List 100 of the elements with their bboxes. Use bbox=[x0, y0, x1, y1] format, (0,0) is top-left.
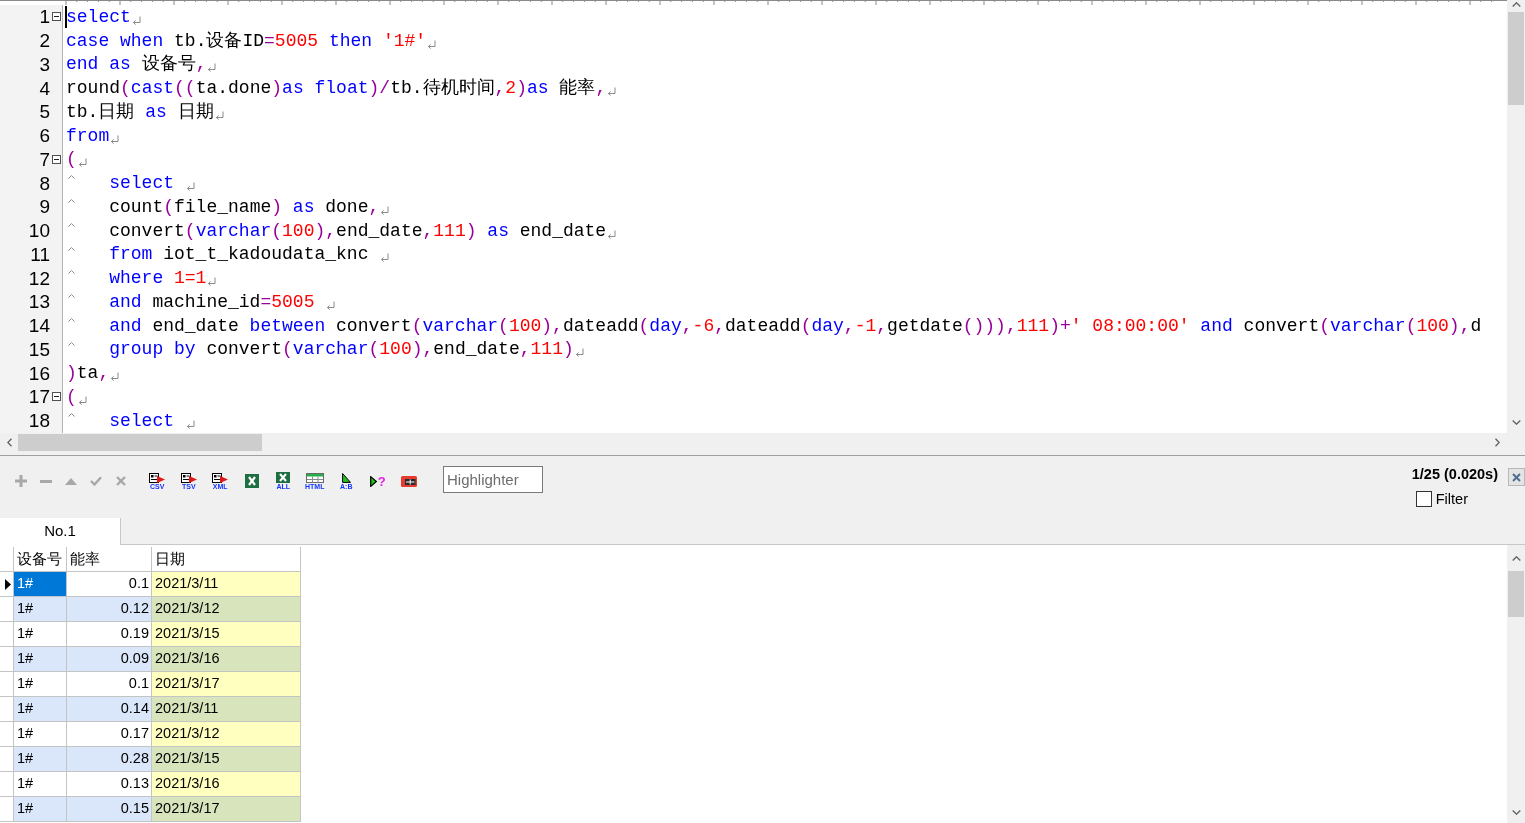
line-number: 12 bbox=[28, 267, 50, 289]
fold-toggle-icon[interactable] bbox=[51, 154, 61, 164]
close-icon bbox=[1512, 472, 1521, 482]
code-line: from bbox=[66, 124, 110, 147]
line-number: 17 bbox=[28, 386, 50, 408]
table-cell: 2021/3/17 bbox=[152, 797, 301, 822]
line-number: 3 bbox=[39, 53, 50, 75]
table-cell: 2021/3/11 bbox=[152, 572, 301, 597]
table-cell: 1# bbox=[14, 597, 67, 622]
line-number: 10 bbox=[28, 220, 50, 242]
code-line: case when tb.设备ID=5005 then '1#' bbox=[66, 29, 427, 52]
triangle-up-icon bbox=[64, 477, 77, 485]
column-header[interactable]: 能率 bbox=[67, 547, 152, 572]
code-line: select bbox=[66, 5, 131, 28]
table-cell: 1# bbox=[14, 672, 67, 697]
window-icon bbox=[401, 475, 418, 487]
table-cell: 0.19 bbox=[67, 622, 152, 647]
line-number: 16 bbox=[28, 362, 50, 384]
line-number: 8 bbox=[39, 172, 50, 194]
line-number: 14 bbox=[28, 315, 50, 337]
line-number: 13 bbox=[28, 291, 50, 313]
code-line: )ta, bbox=[66, 362, 110, 385]
filter-checkbox[interactable] bbox=[1415, 491, 1432, 507]
vertical-scrollbar[interactable] bbox=[1507, 545, 1525, 823]
spreadsheet-icon bbox=[276, 472, 291, 483]
vertical-scrollbar[interactable] bbox=[1507, 0, 1525, 433]
code-line: select bbox=[109, 172, 175, 195]
table-cell: 0.1 bbox=[67, 572, 152, 597]
code-line: count(file_name) as done, bbox=[109, 195, 380, 218]
minus-icon bbox=[39, 479, 52, 483]
table-cell: 0.09 bbox=[67, 647, 152, 672]
code-line: where 1=1 bbox=[109, 267, 207, 290]
scrollbar-thumb[interactable] bbox=[1508, 12, 1524, 105]
row-header[interactable] bbox=[0, 572, 14, 597]
code-line: group by convert(varchar(100),end_date,111) bbox=[109, 338, 574, 361]
horizontal-scrollbar[interactable] bbox=[0, 433, 1525, 452]
code-line: ( bbox=[66, 148, 77, 171]
code-line: from iot_t_kadoudata_knc bbox=[109, 243, 370, 266]
table-cell: 2021/3/16 bbox=[152, 647, 301, 672]
line-number: 6 bbox=[39, 125, 50, 147]
document-icon bbox=[180, 472, 197, 483]
scrollbar-thumb[interactable] bbox=[18, 434, 262, 451]
code-line: tb.日期 as 日期 bbox=[66, 100, 214, 123]
table-cell: 1# bbox=[14, 572, 67, 597]
line-number: 4 bbox=[39, 77, 50, 99]
result-tab[interactable]: No.1 bbox=[0, 518, 121, 545]
filter-label: Filter bbox=[1435, 490, 1468, 508]
chevron-up-icon[interactable] bbox=[1511, 555, 1521, 561]
document-icon bbox=[212, 472, 229, 483]
table-cell: 0.12 bbox=[67, 597, 152, 622]
code-line: ( bbox=[66, 385, 77, 408]
table-cell: 1# bbox=[14, 747, 67, 772]
scrollbar-thumb[interactable] bbox=[1508, 571, 1524, 617]
table-cell: 2021/3/12 bbox=[152, 597, 301, 622]
table-cell: 1# bbox=[14, 622, 67, 647]
column-header[interactable]: 设备号 bbox=[14, 547, 67, 572]
table-cell: 0.28 bbox=[67, 747, 152, 772]
chevron-right-icon[interactable] bbox=[1495, 438, 1500, 447]
table-cell: 0.1 bbox=[67, 672, 152, 697]
table-icon bbox=[305, 472, 324, 483]
line-number: 18 bbox=[28, 410, 50, 432]
table-cell: 1# bbox=[14, 772, 67, 797]
code-line: select bbox=[109, 409, 175, 432]
fold-toggle-icon[interactable] bbox=[51, 392, 61, 402]
chevron-up-icon[interactable] bbox=[1511, 2, 1521, 7]
table-cell: 1# bbox=[14, 697, 67, 722]
table-cell: 0.15 bbox=[67, 797, 152, 822]
code-line: round(cast((ta.done)as float)/tb.待机时间,2)as 能率, bbox=[66, 77, 607, 100]
table-cell: 2021/3/16 bbox=[152, 772, 301, 797]
table-cell: 1# bbox=[14, 797, 67, 822]
line-number: 9 bbox=[39, 196, 50, 218]
line-number: 15 bbox=[28, 338, 50, 360]
table-cell: 2021/3/17 bbox=[152, 672, 301, 697]
table-cell: 1# bbox=[14, 722, 67, 747]
line-number: 2 bbox=[39, 30, 50, 52]
document-icon bbox=[149, 472, 166, 483]
table-cell: 2021/3/15 bbox=[152, 747, 301, 772]
code-line: convert(varchar(100),end_date,111) as end_date bbox=[109, 219, 607, 242]
line-number: 7 bbox=[39, 148, 50, 170]
plus-icon bbox=[14, 475, 27, 487]
chevron-down-icon[interactable] bbox=[1511, 809, 1521, 815]
table-cell: 1# bbox=[14, 647, 67, 672]
table-cell: 2021/3/15 bbox=[152, 622, 301, 647]
check-icon bbox=[89, 476, 102, 486]
close-panel-button[interactable] bbox=[1508, 468, 1525, 486]
table-cell: 0.14 bbox=[67, 697, 152, 722]
fold-toggle-icon[interactable] bbox=[51, 12, 61, 22]
triangle-icon bbox=[369, 475, 377, 487]
cross-icon bbox=[115, 476, 126, 486]
column-header[interactable]: 日期 bbox=[152, 547, 301, 572]
table-cell: 2021/3/11 bbox=[152, 697, 301, 722]
spreadsheet-icon bbox=[244, 474, 259, 488]
code-line: and machine_id=5005 bbox=[109, 290, 316, 313]
highlighter-field[interactable]: Highlighter bbox=[443, 466, 543, 493]
chevron-left-icon[interactable] bbox=[6, 438, 12, 447]
result-status: 1/25 (0.020s) bbox=[1411, 465, 1498, 483]
line-number: 1 bbox=[39, 6, 50, 28]
code-line: end as 设备号, bbox=[66, 53, 207, 76]
chevron-down-icon[interactable] bbox=[1511, 419, 1521, 425]
triangle-icon bbox=[341, 472, 351, 483]
